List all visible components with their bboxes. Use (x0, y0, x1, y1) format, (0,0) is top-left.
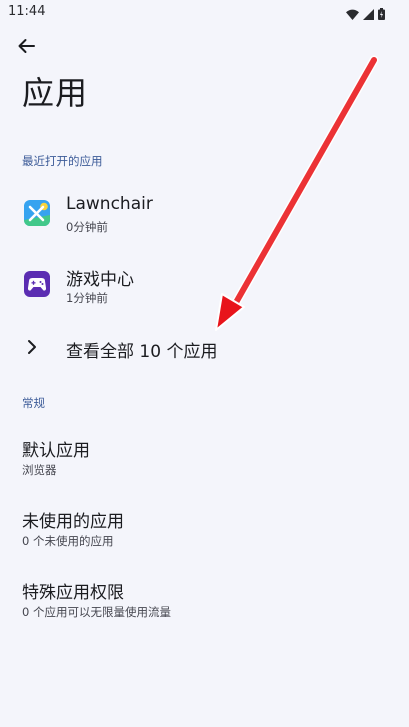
special-app-access-item[interactable]: 特殊应用权限 0 个应用可以无限量使用流量 (0, 578, 409, 628)
app-last-opened: 1分钟前 (66, 291, 108, 305)
status-time: 11:44 (8, 4, 46, 19)
arrow-back-icon (17, 38, 35, 58)
special-app-access-subtitle: 0 个应用可以无限量使用流量 (22, 605, 171, 619)
app-name: Lawnchair (66, 194, 153, 214)
game-center-icon (24, 271, 50, 297)
recent-app-row-game-center[interactable]: 游戏中心 1分钟前 (0, 257, 409, 313)
battery-icon (378, 5, 385, 24)
unused-apps-subtitle: 0 个未使用的应用 (22, 534, 114, 548)
special-app-access-title: 特殊应用权限 (22, 583, 124, 603)
see-all-apps-label: 查看全部 10 个应用 (66, 342, 218, 362)
lawnchair-icon (24, 200, 50, 226)
status-icons (346, 5, 385, 24)
default-apps-title: 默认应用 (22, 441, 90, 461)
default-apps-item[interactable]: 默认应用 浏览器 (0, 436, 409, 486)
app-last-opened: 0分钟前 (66, 220, 108, 234)
see-all-apps-button[interactable]: 查看全部 10 个应用 (0, 330, 409, 366)
chevron-right-icon (26, 338, 38, 360)
recent-section-header: 最近打开的应用 (22, 154, 103, 168)
cell-signal-icon (363, 5, 374, 24)
wifi-icon (346, 5, 359, 24)
unused-apps-title: 未使用的应用 (22, 512, 124, 532)
default-apps-subtitle: 浏览器 (22, 463, 57, 477)
status-bar: 11:44 (0, 0, 409, 24)
general-section-header: 常规 (22, 396, 45, 410)
unused-apps-item[interactable]: 未使用的应用 0 个未使用的应用 (0, 507, 409, 557)
recent-app-row-lawnchair[interactable]: Lawnchair 0分钟前 (0, 186, 409, 242)
app-name: 游戏中心 (66, 270, 134, 290)
back-button[interactable] (12, 36, 40, 60)
page-title: 应用 (22, 74, 89, 112)
